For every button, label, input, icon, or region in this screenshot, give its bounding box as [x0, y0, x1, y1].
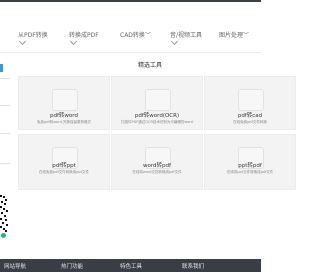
footer-link-contact[interactable]: 联系我们 — [182, 262, 204, 270]
document-icon — [238, 89, 264, 111]
footer: 网站导航 热门功能 特色工具 联系我们 — [0, 259, 261, 272]
document-icon — [145, 89, 171, 111]
sidebar-active-tab[interactable] — [0, 64, 3, 72]
chevron-down-icon — [170, 37, 179, 46]
tool-card-title: ppt转pdf — [238, 163, 262, 169]
tool-card-pdf-to-word[interactable]: pdf转word 免费pdf转word,完美保留原有格式 — [18, 76, 110, 130]
tool-card-word-to-pdf[interactable]: word转pdf 在线将word文档转换成pdf文件 — [111, 134, 203, 190]
nav-item-label: CAD转换 — [120, 32, 145, 39]
footer-link-tools[interactable]: 特色工具 — [120, 262, 142, 270]
tool-card-desc: 在线将word文档转换成pdf文件 — [132, 170, 182, 174]
sidebar-divider — [0, 105, 10, 106]
tool-card-pdf-to-cad[interactable]: pdf转cad 在线免费pdf文件转换 — [204, 76, 296, 130]
tool-card-desc: 在线将ppt文件转换成pdf文件 — [226, 170, 274, 174]
nav-item-image[interactable]: 图片处理﹀ — [219, 30, 249, 39]
nav-item-audio-video[interactable]: 音/视频工具 — [170, 30, 202, 46]
tool-card-pdf-to-word-ocr[interactable]: pdf转word(OCR) 扫描件PDF通过OCR技术识别为可编辑的word — [111, 76, 203, 130]
footer-link-site-nav[interactable]: 网站导航 — [4, 262, 26, 270]
chevron-down-icon: ﹀ — [243, 32, 250, 39]
wechat-icon — [1, 233, 6, 238]
nav-item-label: 图片处理 — [219, 32, 244, 39]
nav-item-cad[interactable]: CAD转换﹀ — [120, 30, 151, 39]
chevron-down-icon — [18, 37, 27, 46]
tool-card-title: word转pdf — [143, 163, 171, 169]
nav-item-from-pdf[interactable]: 从PDF转换 — [18, 30, 48, 46]
tool-card-pdf-to-ppt[interactable]: pdf转ppt 在线免费pdf文件转换成ppt文件 — [18, 134, 110, 190]
sidebar-divider — [0, 133, 10, 134]
sidebar-divider — [0, 163, 10, 164]
nav-divider — [0, 52, 261, 53]
footer-link-hot[interactable]: 热门功能 — [61, 262, 83, 270]
document-icon — [52, 89, 78, 111]
chevron-down-icon — [69, 37, 78, 46]
tool-card-desc: 在线免费pdf文件转换 — [233, 120, 267, 124]
tool-card-desc: 扫描件PDF通过OCR技术识别为可编辑的word — [120, 120, 194, 124]
tool-card-desc: 在线免费pdf文件转换成ppt文件 — [39, 170, 89, 174]
qr-code — [0, 195, 8, 238]
tool-card-title: pdf转cad — [237, 113, 263, 119]
tool-card-title: pdf转word — [50, 113, 78, 119]
tool-card-desc: 免费pdf转word,完美保留原有格式 — [37, 120, 91, 124]
tool-card-title: pdf转word(OCR) — [134, 113, 180, 119]
main-nav: 从PDF转换 转换成PDF CAD转换﹀ 音/视频工具 图片处理﹀ — [0, 2, 261, 52]
sidebar-divider — [0, 78, 10, 79]
tool-card-ppt-to-pdf[interactable]: ppt转pdf 在线将ppt文件转换成pdf文件 — [204, 134, 296, 190]
section-title: 精选工具 — [137, 62, 162, 69]
tool-card-title: pdf转ppt — [52, 163, 76, 169]
chevron-down-icon: ﹀ — [144, 32, 151, 39]
nav-item-to-pdf[interactable]: 转换成PDF — [69, 30, 99, 46]
